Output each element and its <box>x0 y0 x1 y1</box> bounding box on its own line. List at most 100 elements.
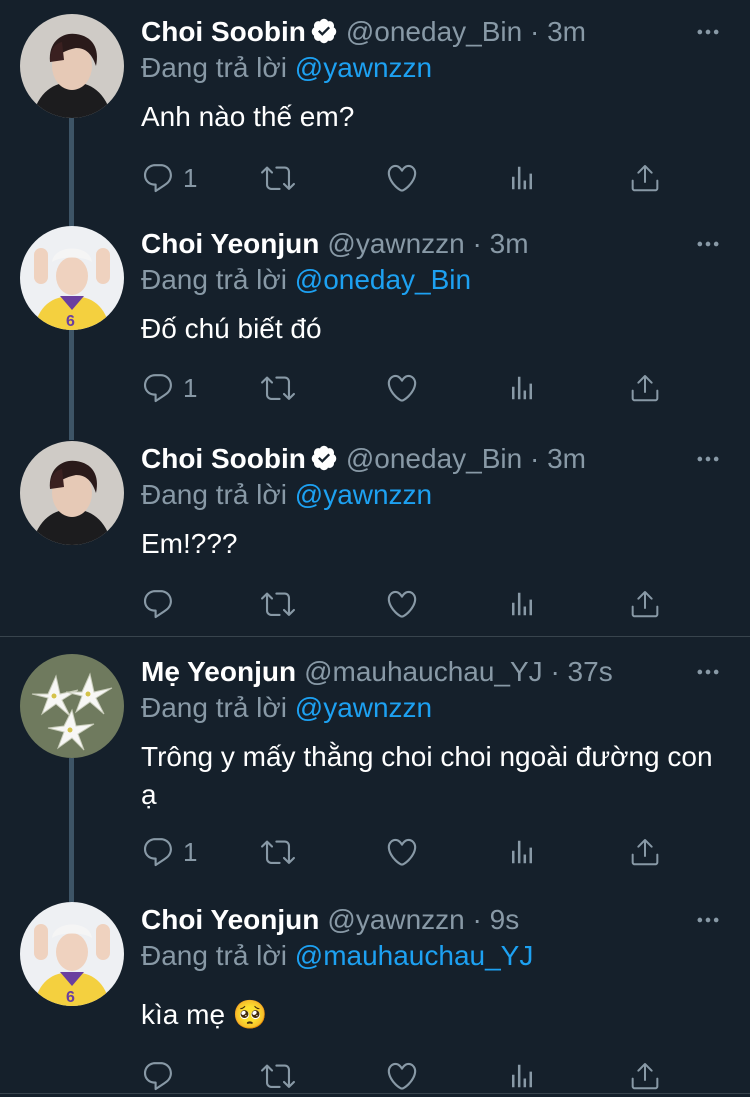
timestamp[interactable]: 3m <box>490 228 529 259</box>
replying-to-label: Đang trả lời <box>141 692 287 723</box>
replying-to-label: Đang trả lời <box>141 264 287 295</box>
tweet-actions: 1 <box>141 368 681 408</box>
like-button[interactable] <box>385 368 419 408</box>
user-handle[interactable]: @mauhauchau_YJ <box>304 656 543 687</box>
display-name[interactable]: Choi Soobin <box>141 443 306 474</box>
display-name[interactable]: Mẹ Yeonjun <box>141 656 296 687</box>
analytics-button[interactable] <box>507 832 537 872</box>
tweet-header: Choi Soobin @oneday_Bin · 3m <box>141 439 586 479</box>
retweet-icon <box>261 1059 295 1093</box>
separator: · <box>529 443 540 474</box>
share-icon <box>629 162 661 194</box>
share-icon <box>629 1060 661 1092</box>
heart-icon <box>385 371 419 405</box>
tweet-header: Choi Yeonjun @yawnzzn · 9s <box>141 900 519 940</box>
separator: · <box>529 16 540 47</box>
tweet-actions <box>141 584 681 624</box>
comment-icon <box>141 371 175 405</box>
replying-to-label: Đang trả lời <box>141 940 287 971</box>
more-icon[interactable] <box>694 18 722 51</box>
replying-to: Đang trả lời @oneday_Bin <box>141 260 471 300</box>
avatar[interactable] <box>20 441 124 545</box>
share-button[interactable] <box>629 832 661 872</box>
like-button[interactable] <box>385 584 419 624</box>
like-button[interactable] <box>385 832 419 872</box>
tweet-text: Đố chú biết đó <box>141 313 322 344</box>
reply-button[interactable]: 1 <box>141 832 197 872</box>
thread-divider <box>0 636 750 637</box>
timestamp[interactable]: 9s <box>490 904 520 935</box>
reply-button[interactable]: 1 <box>141 158 197 198</box>
analytics-icon <box>507 373 537 403</box>
more-icon[interactable] <box>694 445 722 478</box>
retweet-button[interactable] <box>261 1056 295 1096</box>
retweet-button[interactable] <box>261 158 295 198</box>
analytics-icon <box>507 163 537 193</box>
heart-icon <box>385 835 419 869</box>
like-button[interactable] <box>385 158 419 198</box>
mention-link[interactable]: @yawnzzn <box>295 52 432 83</box>
replying-to: Đang trả lời @yawnzzn <box>141 48 432 88</box>
user-handle[interactable]: @oneday_Bin <box>346 16 522 47</box>
share-button[interactable] <box>629 584 661 624</box>
avatar[interactable] <box>20 654 124 758</box>
mention-link[interactable]: @yawnzzn <box>295 479 432 510</box>
retweet-icon <box>261 587 295 621</box>
tweet-text: Trông y mấy thằng choi choi ngoài đường … <box>141 741 713 810</box>
share-button[interactable] <box>629 1056 661 1096</box>
more-icon[interactable] <box>694 658 722 691</box>
retweet-button[interactable] <box>261 584 295 624</box>
avatar[interactable]: 6 <box>20 902 124 1006</box>
user-handle[interactable]: @oneday_Bin <box>346 443 522 474</box>
share-button[interactable] <box>629 368 661 408</box>
avatar[interactable]: 6 <box>20 226 124 330</box>
heart-icon <box>385 161 419 195</box>
tweet-actions: 1 <box>141 158 681 198</box>
comment-icon <box>141 587 175 621</box>
replying-to: Đang trả lời @mauhauchau_YJ <box>141 936 533 976</box>
more-icon[interactable] <box>694 906 722 939</box>
tweet-text: kìa mẹ 🥺 <box>141 999 268 1030</box>
comment-icon <box>141 1059 175 1093</box>
like-button[interactable] <box>385 1056 419 1096</box>
share-button[interactable] <box>629 158 661 198</box>
thread-connector-line <box>69 118 74 228</box>
retweet-icon <box>261 835 295 869</box>
reply-button[interactable] <box>141 584 183 624</box>
analytics-icon <box>507 837 537 867</box>
analytics-button[interactable] <box>507 584 537 624</box>
replying-to: Đang trả lời @yawnzzn <box>141 688 432 728</box>
replying-to-label: Đang trả lời <box>141 479 287 510</box>
mention-link[interactable]: @oneday_Bin <box>295 264 471 295</box>
more-icon[interactable] <box>694 230 722 263</box>
heart-icon <box>385 1059 419 1093</box>
retweet-button[interactable] <box>261 832 295 872</box>
retweet-icon <box>261 371 295 405</box>
avatar[interactable] <box>20 14 124 118</box>
timestamp[interactable]: 3m <box>547 443 586 474</box>
reply-count: 1 <box>183 162 198 193</box>
display-name[interactable]: Choi Soobin <box>141 16 306 47</box>
display-name[interactable]: Choi Yeonjun <box>141 228 319 259</box>
user-handle[interactable]: @yawnzzn <box>327 904 464 935</box>
mention-link[interactable]: @yawnzzn <box>295 692 432 723</box>
reply-button[interactable] <box>141 1056 183 1096</box>
reply-button[interactable]: 1 <box>141 368 197 408</box>
timestamp[interactable]: 37s <box>568 656 613 687</box>
retweet-button[interactable] <box>261 368 295 408</box>
separator: · <box>472 228 482 259</box>
retweet-icon <box>261 161 295 195</box>
reply-count: 1 <box>183 836 198 867</box>
share-icon <box>629 836 661 868</box>
display-name[interactable]: Choi Yeonjun <box>141 904 319 935</box>
analytics-button[interactable] <box>507 368 537 408</box>
timestamp[interactable]: 3m <box>547 16 586 47</box>
tweet-actions: 1 <box>141 832 681 872</box>
thread-connector-line <box>69 758 74 902</box>
analytics-button[interactable] <box>507 158 537 198</box>
tweet-text: Anh nào thế em? <box>141 101 355 132</box>
comment-icon <box>141 835 175 869</box>
analytics-button[interactable] <box>507 1056 537 1096</box>
mention-link[interactable]: @mauhauchau_YJ <box>295 940 534 971</box>
user-handle[interactable]: @yawnzzn <box>327 228 464 259</box>
